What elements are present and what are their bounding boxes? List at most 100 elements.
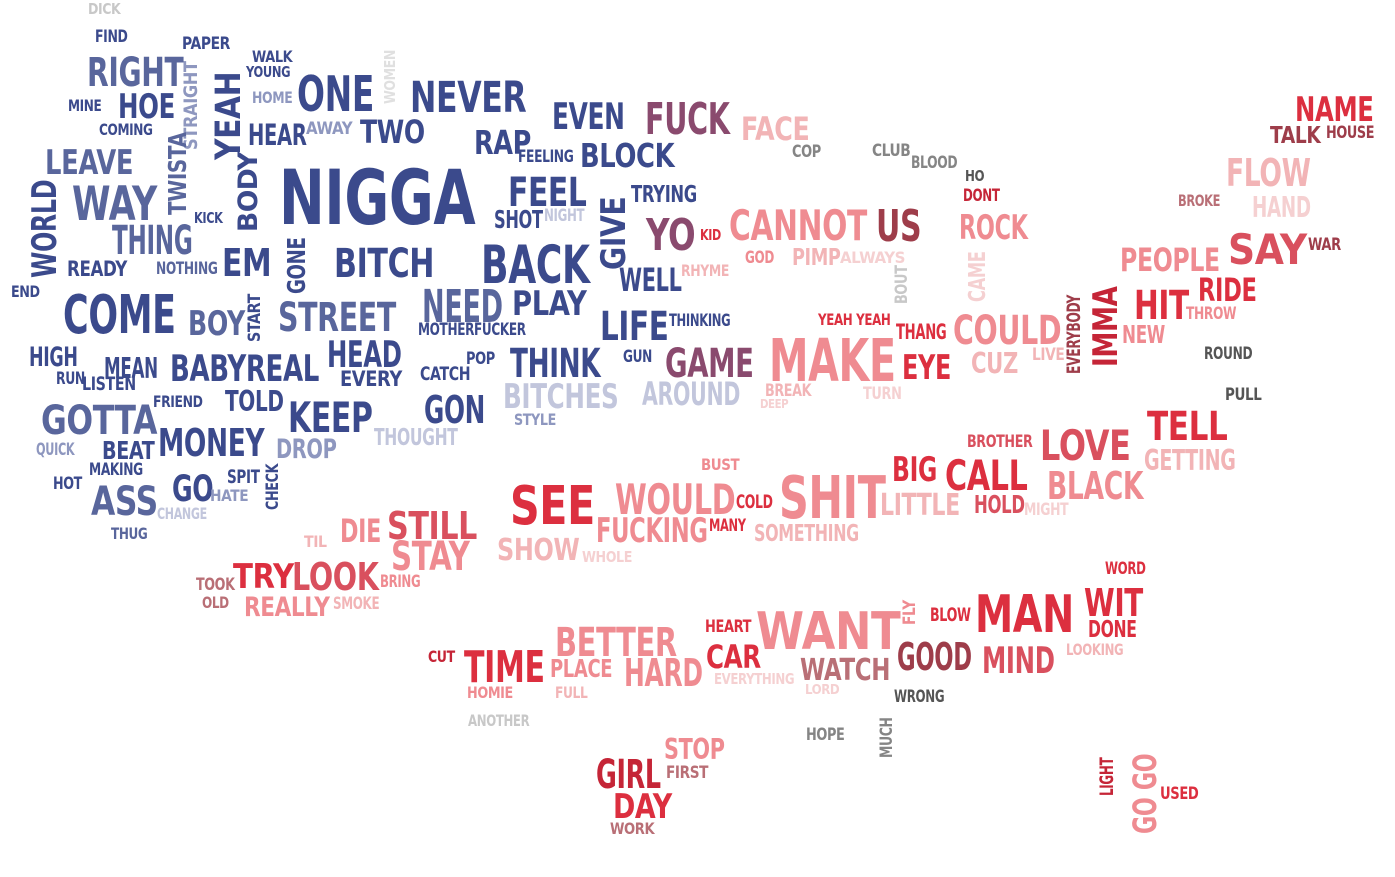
word-go: GO xyxy=(172,468,214,510)
word-club: CLUB xyxy=(872,141,911,161)
word-kick: KICK xyxy=(194,209,223,227)
word-hold: HOLD xyxy=(974,490,1025,519)
word-boy: BOY xyxy=(188,304,245,344)
word-old: OLD xyxy=(202,593,229,612)
word-cannot: CANNOT xyxy=(729,201,867,250)
word-used: USED xyxy=(1160,784,1199,804)
word-see: SEE xyxy=(510,475,595,537)
word-start: START xyxy=(245,294,265,342)
word-brother: BROTHER xyxy=(967,432,1033,452)
word-hate: HATE xyxy=(210,486,249,505)
word-ready: READY xyxy=(67,257,127,281)
word-making: MAKING xyxy=(89,460,143,480)
word-try: TRY xyxy=(233,557,294,597)
word-homie: HOMIE xyxy=(467,683,513,702)
word-everybody: EVERYBODY xyxy=(1063,294,1085,374)
word-thought: THOUGHT xyxy=(374,425,458,451)
word-gone: GONE xyxy=(282,237,311,294)
word-drop: DROP xyxy=(276,434,337,465)
word-took: TOOK xyxy=(196,575,235,595)
word-find: FIND xyxy=(95,27,128,47)
word-black: BLACK xyxy=(1047,464,1144,508)
word-bout: BOUT xyxy=(892,265,912,304)
word-two: TWO xyxy=(360,113,425,151)
word-spit: SPIT xyxy=(227,466,260,488)
word-ass: ASS xyxy=(91,479,158,525)
word-hand: HAND xyxy=(1252,191,1311,224)
word-good: GOOD xyxy=(897,635,972,679)
word-rock: ROCK xyxy=(959,208,1028,248)
word-yo: YO xyxy=(646,210,696,261)
word-mine: MINE xyxy=(68,96,102,115)
word-show: SHOW xyxy=(497,533,580,568)
word-never: NEVER xyxy=(410,73,527,123)
word-ride: RIDE xyxy=(1198,271,1257,309)
word-wrong: WRONG xyxy=(894,687,945,707)
word-live: LIVE xyxy=(1032,345,1065,365)
word-bring: BRING xyxy=(380,572,421,592)
word-many: MANY xyxy=(709,516,746,536)
word-hear: HEAR xyxy=(248,118,307,152)
word-catch: CATCH xyxy=(420,363,471,385)
word-talk: TALK xyxy=(1270,123,1321,149)
word-night: NIGHT xyxy=(544,206,585,226)
word-change: CHANGE xyxy=(157,504,207,523)
word-us: US xyxy=(876,201,922,252)
word-quick: QUICK xyxy=(36,440,75,460)
word-thang: THANG xyxy=(896,320,947,344)
word-around: AROUND xyxy=(642,375,741,413)
word-done: DONE xyxy=(1088,617,1137,643)
word-feeling: FEELING xyxy=(518,147,574,167)
word-rhyme: RHYME xyxy=(681,261,729,280)
word-cloud: DICK FIND PAPER WALK YOUNG RIGHT STRAIGHT WOMEN… xyxy=(0,0,1395,877)
word-give: GIVE xyxy=(594,196,634,270)
word-dick: DICK xyxy=(88,0,121,18)
word-pull: PULL xyxy=(1225,385,1262,405)
word-high: HIGH xyxy=(29,342,78,373)
word-place: PLACE xyxy=(550,654,613,683)
word-pimp: PIMP xyxy=(792,245,841,271)
word-everything: EVERYTHING xyxy=(714,670,795,688)
word-thinking: THINKING xyxy=(669,311,731,331)
word-style: STYLE xyxy=(514,410,556,429)
word-turn: TURN xyxy=(863,384,902,404)
word-life: LIFE xyxy=(600,304,669,350)
word-women: WOMEN xyxy=(381,50,399,104)
word-getting: GETTING xyxy=(1144,444,1236,477)
word-leave: LEAVE xyxy=(45,143,134,183)
word-much: MUCH xyxy=(877,717,897,758)
word-god: GOD xyxy=(745,248,774,268)
word-well: WELL xyxy=(619,261,682,299)
word-eye: EYE xyxy=(902,348,951,388)
word-look: LOOK xyxy=(292,555,379,599)
word-kid: KID xyxy=(700,226,721,244)
word-bitch: BITCH xyxy=(334,241,435,287)
word-em: EM xyxy=(222,241,272,285)
word-twista: TWISTA xyxy=(163,132,192,215)
word-cuz: CUZ xyxy=(971,347,1018,380)
word-blood: BLOOD xyxy=(911,153,958,173)
word-gon: GON xyxy=(424,388,486,432)
word-new: NEW xyxy=(1122,320,1165,349)
word-shit: SHIT xyxy=(779,463,886,532)
word-friend: FRIEND xyxy=(153,392,203,411)
word-smoke: SMOKE xyxy=(333,594,380,614)
word-something: SOMETHING xyxy=(754,521,859,547)
word-listen: LISTEN xyxy=(82,373,136,395)
word-tell: TELL xyxy=(1147,404,1228,450)
word-end: END xyxy=(11,282,40,301)
word-paper: PAPER xyxy=(182,34,230,54)
word-money: MONEY xyxy=(158,421,265,465)
word-world: WORLD xyxy=(25,179,65,278)
word-car: CAR xyxy=(706,638,761,676)
word-always: ALWAYS xyxy=(840,248,905,267)
word-ho: HO xyxy=(965,167,985,185)
word-check: CHECK xyxy=(263,463,283,510)
word-full: FULL xyxy=(555,683,588,702)
word-shot: SHOT xyxy=(494,205,543,234)
word-first: FIRST xyxy=(666,763,709,783)
word-home: HOME xyxy=(252,88,293,107)
word-heart: HEART xyxy=(705,617,752,637)
word-man: MAN xyxy=(975,585,1074,645)
word-cop: COP xyxy=(792,142,821,162)
